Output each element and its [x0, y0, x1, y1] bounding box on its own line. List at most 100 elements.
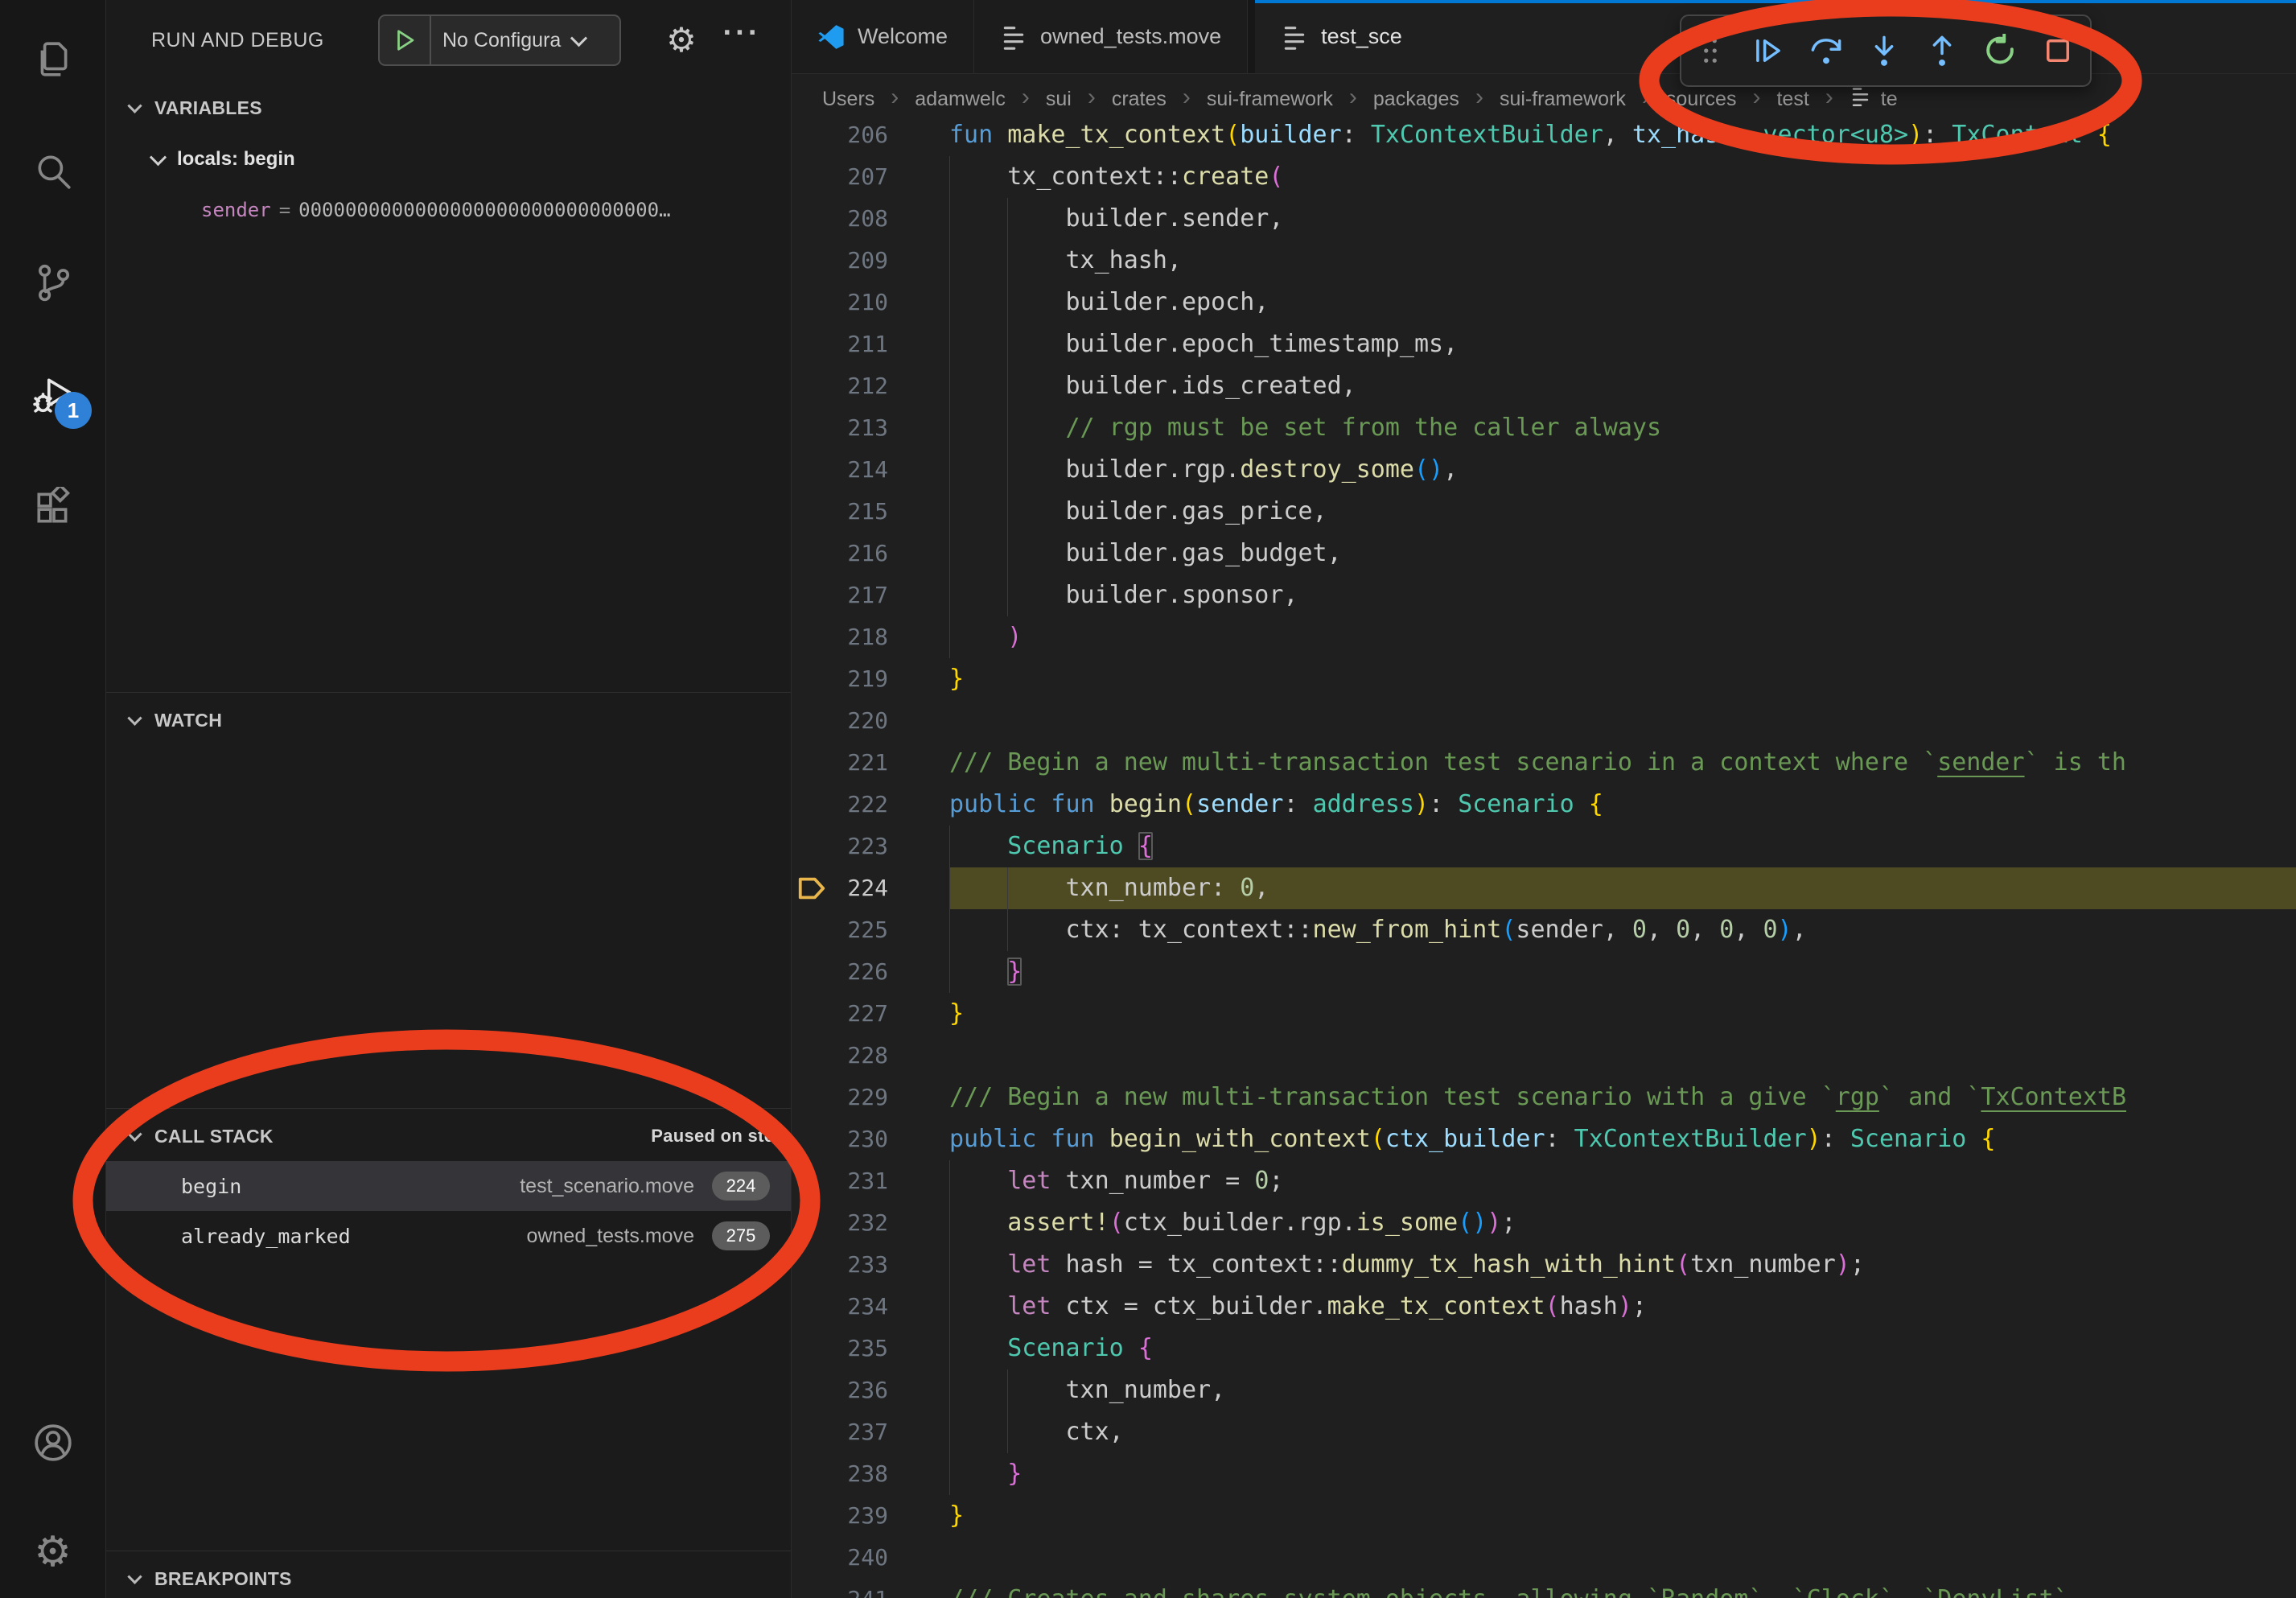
breadcrumb-item[interactable]: test	[1776, 88, 1808, 111]
line-number[interactable]: 225	[792, 909, 888, 951]
code-line[interactable]: 216 builder.gas_budget,	[792, 533, 2296, 575]
breadcrumb-item[interactable]: crates	[1112, 88, 1167, 111]
line-number[interactable]: 219	[792, 658, 888, 700]
code-line[interactable]: 210 builder.epoch,	[792, 282, 2296, 323]
line-number[interactable]: 222	[792, 784, 888, 826]
breadcrumb-item[interactable]: sui-framework	[1207, 88, 1333, 111]
debug-settings-gear-icon[interactable]: ⚙	[660, 18, 703, 61]
variables-section-header[interactable]: VARIABLES	[106, 89, 814, 126]
restart-button[interactable]	[1971, 16, 2029, 85]
variables-scope-row[interactable]: locals: begin	[152, 141, 295, 178]
line-number[interactable]: 234	[792, 1286, 888, 1328]
step-into-button[interactable]	[1855, 16, 1913, 85]
code-line[interactable]: 236 txn_number,	[792, 1369, 2296, 1411]
line-number[interactable]: 235	[792, 1328, 888, 1369]
variable-row[interactable]: sender = 0000000000000000000000000000000…	[201, 192, 772, 229]
line-number[interactable]: 209	[792, 240, 888, 282]
breadcrumb-file[interactable]: te	[1850, 85, 1898, 113]
line-number[interactable]: 241	[792, 1579, 888, 1598]
more-actions-icon[interactable]: ···	[718, 11, 766, 55]
code-line[interactable]: 217 builder.sponsor,	[792, 575, 2296, 616]
code-line[interactable]: 234 let ctx = ctx_builder.make_tx_contex…	[792, 1286, 2296, 1328]
code-line[interactable]: 227}	[792, 993, 2296, 1035]
code-line[interactable]: 207 tx_context::create(	[792, 156, 2296, 198]
code-line[interactable]: 228	[792, 1035, 2296, 1077]
settings-gear-icon[interactable]: ⚙	[0, 1530, 105, 1575]
line-number[interactable]: 210	[792, 282, 888, 323]
code-line[interactable]: 233 let hash = tx_context::dummy_tx_hash…	[792, 1244, 2296, 1286]
code-line[interactable]: 224 txn_number: 0,	[792, 867, 2296, 909]
call-stack-section-header[interactable]: CALL STACK Paused on step	[106, 1118, 814, 1155]
line-number[interactable]: 215	[792, 491, 888, 533]
code-line[interactable]: 218 )	[792, 616, 2296, 658]
code-line[interactable]: 221/// Begin a new multi-transaction tes…	[792, 742, 2296, 784]
line-number[interactable]: 239	[792, 1495, 888, 1537]
tab-owned-tests-move[interactable]: owned_tests.move	[974, 0, 1248, 73]
breadcrumb-item[interactable]: Users	[822, 88, 874, 111]
breadcrumb-item[interactable]: adamwelc	[915, 88, 1006, 111]
breadcrumb-item[interactable]: sui-framework	[1500, 88, 1626, 111]
tab-welcome[interactable]: Welcome	[792, 0, 974, 73]
line-number[interactable]: 236	[792, 1369, 888, 1411]
line-number[interactable]: 237	[792, 1411, 888, 1453]
continue-button[interactable]	[1739, 16, 1797, 85]
code-line[interactable]: 238 }	[792, 1453, 2296, 1495]
line-number[interactable]: 208	[792, 198, 888, 240]
code-line[interactable]: 223 Scenario {	[792, 826, 2296, 867]
start-debug-icon[interactable]	[380, 16, 431, 64]
watch-section-header[interactable]: WATCH	[106, 702, 814, 739]
line-number[interactable]: 213	[792, 407, 888, 449]
line-number[interactable]: 231	[792, 1160, 888, 1202]
line-number[interactable]: 230	[792, 1118, 888, 1160]
call-stack-frame[interactable]: begintest_scenario.move224	[106, 1161, 791, 1211]
code-line[interactable]: 209 tx_hash,	[792, 240, 2296, 282]
code-line[interactable]: 214 builder.rgp.destroy_some(),	[792, 449, 2296, 491]
code-line[interactable]: 235 Scenario {	[792, 1328, 2296, 1369]
line-number[interactable]: 228	[792, 1035, 888, 1077]
code-line[interactable]: 215 builder.gas_price,	[792, 491, 2296, 533]
stop-button[interactable]	[2029, 16, 2087, 85]
line-number[interactable]: 223	[792, 826, 888, 867]
files-icon[interactable]	[0, 36, 105, 81]
line-number[interactable]: 216	[792, 533, 888, 575]
code-line[interactable]: 232 assert!(ctx_builder.rgp.is_some());	[792, 1202, 2296, 1244]
line-number[interactable]: 214	[792, 449, 888, 491]
code-line[interactable]: 240	[792, 1537, 2296, 1579]
line-number[interactable]: 240	[792, 1537, 888, 1579]
call-stack-frame[interactable]: already_markedowned_tests.move275	[106, 1211, 791, 1261]
step-over-button[interactable]	[1797, 16, 1855, 85]
code-line[interactable]: 239}	[792, 1495, 2296, 1537]
line-number[interactable]: 221	[792, 742, 888, 784]
code-line[interactable]: 211 builder.epoch_timestamp_ms,	[792, 323, 2296, 365]
extensions-icon[interactable]	[0, 484, 105, 529]
step-out-button[interactable]	[1913, 16, 1971, 85]
code-line[interactable]: 226 }	[792, 951, 2296, 993]
code-line[interactable]: 237 ctx,	[792, 1411, 2296, 1453]
line-number[interactable]: 218	[792, 616, 888, 658]
line-number[interactable]: 233	[792, 1244, 888, 1286]
line-number[interactable]: 238	[792, 1453, 888, 1495]
code-area[interactable]: 206fun make_tx_context(builder: TxContex…	[792, 73, 2296, 1598]
code-line[interactable]: 208 builder.sender,	[792, 198, 2296, 240]
breadcrumb-item[interactable]: sources	[1666, 88, 1737, 111]
line-number[interactable]: 207	[792, 156, 888, 198]
drag-handle-icon[interactable]	[1681, 16, 1739, 85]
breadcrumb-item[interactable]: sui	[1046, 88, 1072, 111]
line-number[interactable]: 227	[792, 993, 888, 1035]
line-number[interactable]: 212	[792, 365, 888, 407]
code-line[interactable]: 219}	[792, 658, 2296, 700]
code-line[interactable]: 220	[792, 700, 2296, 742]
line-number[interactable]: 226	[792, 951, 888, 993]
debug-config-dropdown[interactable]: No Configura	[378, 14, 621, 66]
source-control-icon[interactable]	[0, 260, 105, 305]
code-line[interactable]: 213 // rgp must be set from the caller a…	[792, 407, 2296, 449]
account-icon[interactable]	[0, 1420, 105, 1465]
breakpoints-section-header[interactable]: BREAKPOINTS	[106, 1560, 814, 1597]
code-line[interactable]: 225 ctx: tx_context::new_from_hint(sende…	[792, 909, 2296, 951]
code-line[interactable]: 222public fun begin(sender: address): Sc…	[792, 784, 2296, 826]
code-line[interactable]: 241/// Creates and shares system objects…	[792, 1579, 2296, 1598]
code-line[interactable]: 229/// Begin a new multi-transaction tes…	[792, 1077, 2296, 1118]
line-number[interactable]: 217	[792, 575, 888, 616]
code-line[interactable]: 230public fun begin_with_context(ctx_bui…	[792, 1118, 2296, 1160]
line-number[interactable]: 220	[792, 700, 888, 742]
